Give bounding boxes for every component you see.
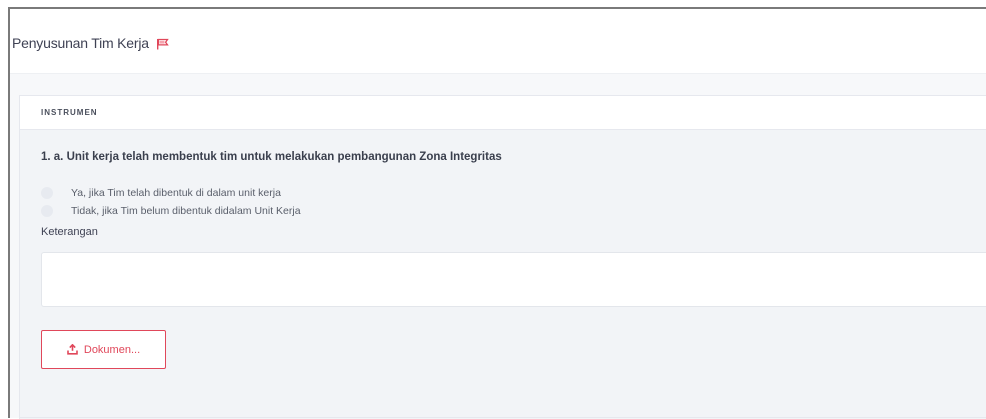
card-header: INSTRUMEN [20,96,986,130]
page-title-text: Penyusunan Tim Kerja [12,35,149,51]
option-ya[interactable]: Ya, jika Tim telah dibentuk di dalam uni… [41,187,281,199]
option-tidak[interactable]: Tidak, jika Tim belum dibentuk didalam U… [41,205,301,217]
question-text: 1. a. Unit kerja telah membentuk tim unt… [41,151,502,163]
keterangan-label: Keterangan [41,226,98,238]
window-top-border [0,0,986,9]
instrument-card: INSTRUMEN 1. a. Unit kerja telah membent… [19,95,986,419]
upload-icon [67,344,78,355]
keterangan-textarea[interactable] [41,252,986,307]
radio-tidak[interactable] [41,205,53,217]
radio-ya[interactable] [41,187,53,199]
document-upload-button[interactable]: Dokumen... [41,330,166,369]
panel-header: Penyusunan Tim Kerja [10,9,986,74]
option-tidak-label: Tidak, jika Tim belum dibentuk didalam U… [71,205,301,217]
main-panel: Penyusunan Tim Kerja INSTRUMEN 1. a. Uni… [10,9,986,419]
document-button-label: Dokumen... [83,343,141,356]
page-title: Penyusunan Tim Kerja [12,35,169,51]
card-header-label: INSTRUMEN [41,108,98,117]
option-ya-label: Ya, jika Tim telah dibentuk di dalam uni… [71,187,281,199]
flag-icon [156,38,169,50]
